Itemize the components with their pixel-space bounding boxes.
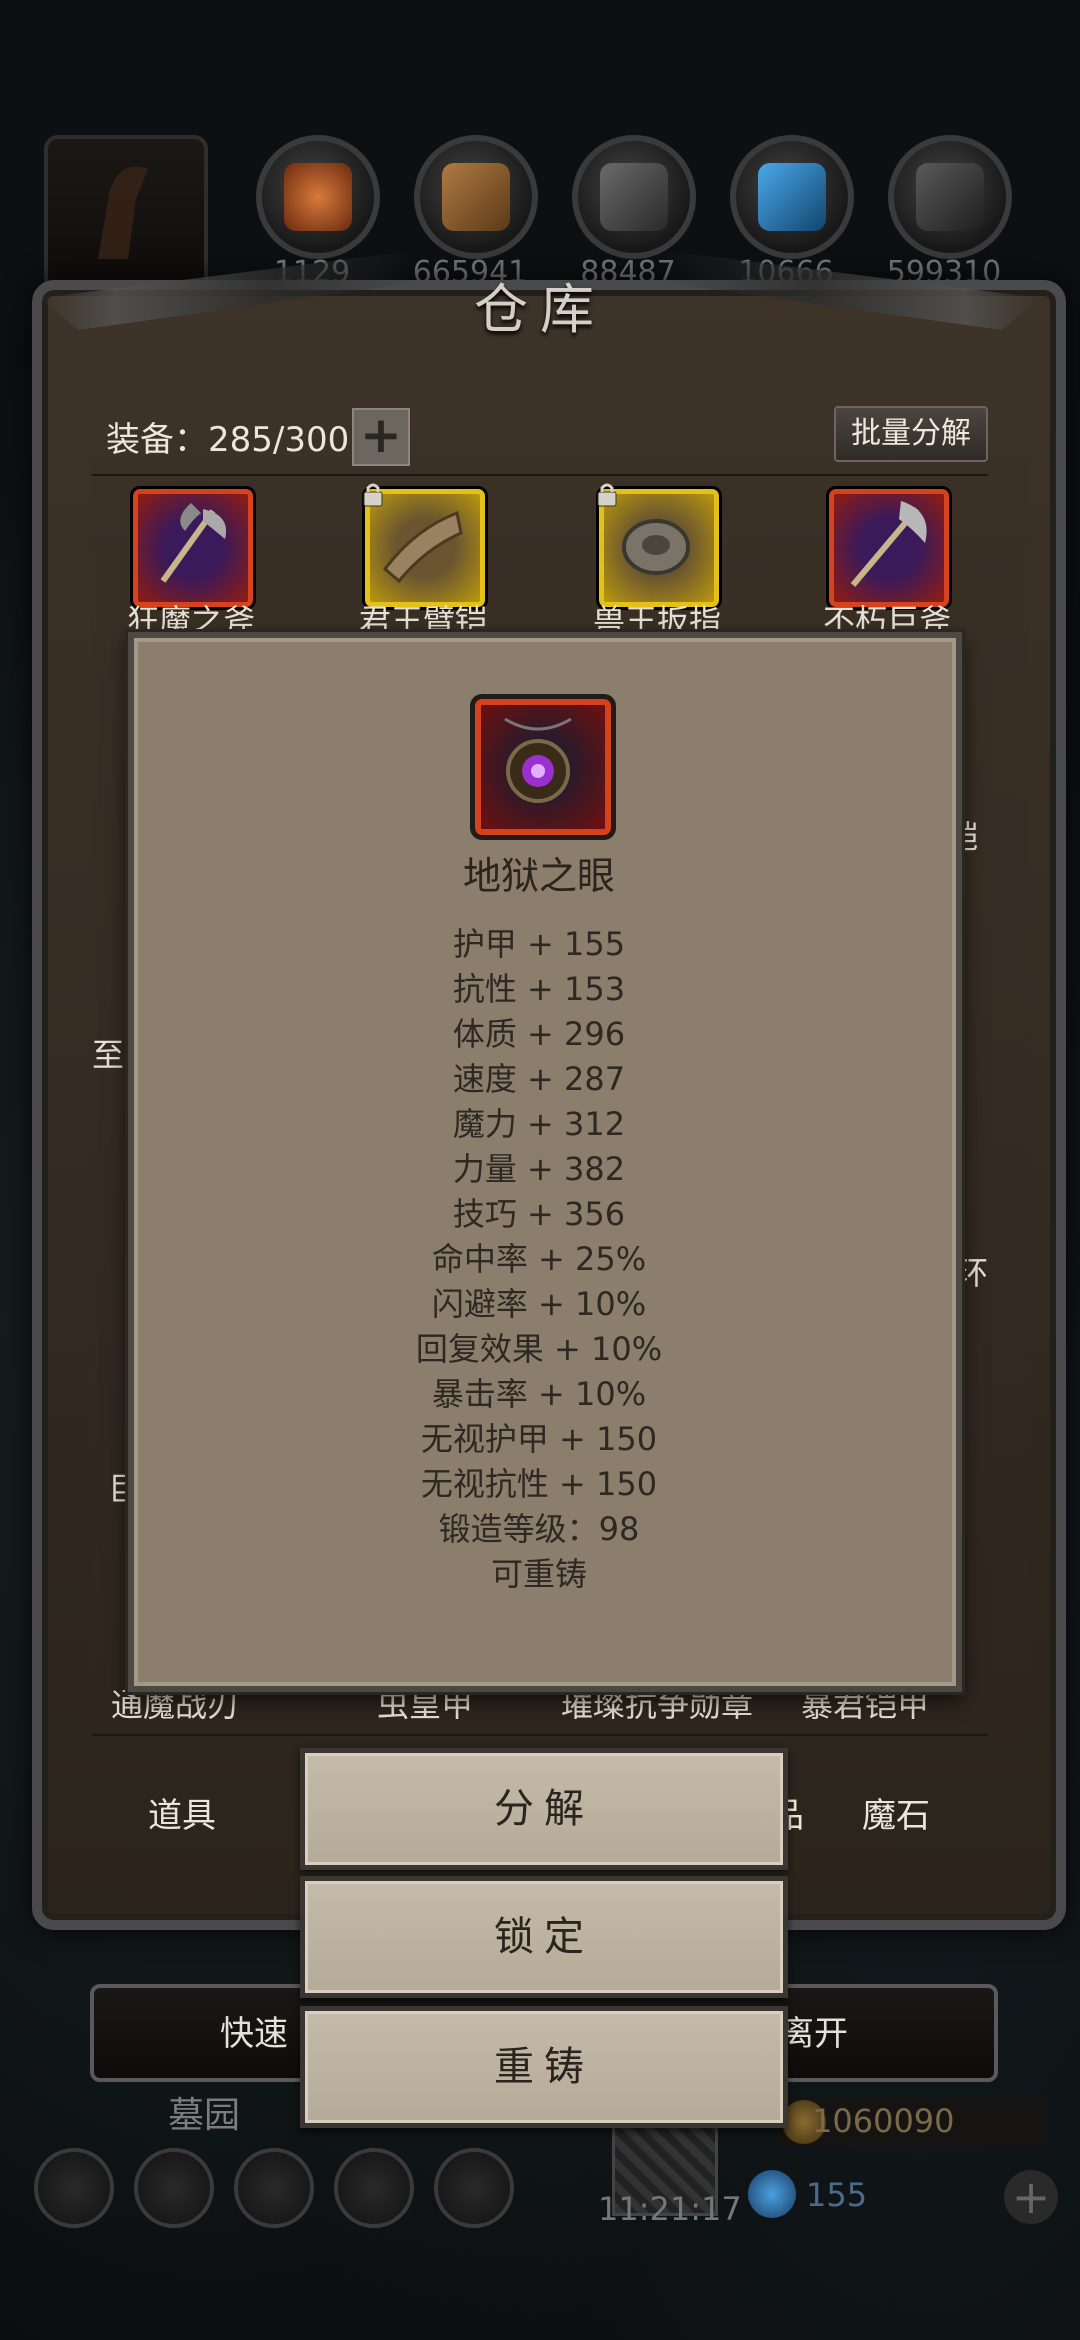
expand-capacity-button[interactable]: + [352, 408, 410, 466]
stat-line: 技巧 + 356 [452, 1195, 626, 1233]
stat-line: 力量 + 382 [452, 1150, 626, 1188]
location-label: 墓园 [168, 2095, 241, 2136]
stone-icon [916, 163, 984, 231]
hero-portrait-slot[interactable] [44, 135, 208, 293]
tab-items[interactable]: 道具 [148, 1788, 216, 1837]
disassemble-label: 分解 [494, 1786, 594, 1832]
stone-resource[interactable] [888, 135, 1012, 259]
wood-planks-icon [442, 163, 510, 231]
lock-label: 锁定 [494, 1914, 594, 1960]
iron-ingot-icon [600, 163, 668, 231]
add-gems-button[interactable]: + [1004, 2170, 1058, 2224]
stat-line: 魔力 + 312 [452, 1105, 626, 1143]
crystal-resource[interactable] [730, 135, 854, 259]
stat-line: 无视抗性 + 150 [420, 1465, 658, 1503]
item-slot-4[interactable] [826, 486, 952, 610]
stat-line: 体质 + 296 [452, 1015, 626, 1053]
settings-icon[interactable] [34, 2148, 114, 2228]
stat-line: 无视护甲 + 150 [420, 1420, 658, 1458]
stat-line: 抗性 + 153 [452, 970, 626, 1008]
gem-value: 155 [806, 2176, 868, 2214]
lock-icon [597, 483, 617, 507]
stat-line: 命中率 + 25% [431, 1240, 647, 1278]
reforge-label: 重铸 [494, 2044, 594, 2090]
lock-button[interactable]: 锁定 [300, 1876, 788, 1998]
item-name-title: 地狱之眼 [462, 854, 615, 898]
warehouse-title: 仓库 [474, 278, 606, 341]
item-name: 不朽巨斧 [822, 602, 951, 630]
gold-value: 1060090 [812, 2102, 955, 2140]
wood-resource[interactable] [414, 135, 538, 259]
stats-list: 护甲 + 155 抗性 + 153 体质 + 296 速度 + 287 魔力 +… [128, 922, 950, 1597]
leave-button[interactable]: 离开 [780, 2006, 848, 2055]
stat-line: 可重铸 [490, 1555, 587, 1593]
batch-disassemble-button[interactable]: 批量分解 [834, 406, 988, 462]
item-slot-1[interactable] [130, 486, 256, 610]
amulet-icon [504, 717, 572, 803]
gourd-icon [284, 163, 352, 231]
battle-axe-icon [850, 501, 927, 587]
item-name: 兽王扳指 [592, 602, 721, 630]
item-slot-2[interactable] [362, 483, 488, 610]
stat-line: 速度 + 287 [452, 1060, 626, 1098]
stat-line: 护甲 + 155 [452, 925, 626, 963]
clock: 11:21:17 [598, 2190, 742, 2228]
iron-resource[interactable] [572, 135, 696, 259]
guild-icon[interactable] [234, 2148, 314, 2228]
hero-silhouette-icon [98, 166, 148, 259]
top-divider [92, 474, 988, 476]
gem-icon [748, 2170, 796, 2218]
gourd-resource[interactable] [256, 135, 380, 259]
stat-line: 暴击率 + 10% [431, 1375, 647, 1413]
bottom-divider [92, 1734, 988, 1736]
stat-line: 回复效果 + 10% [415, 1330, 663, 1368]
axe-icon [160, 503, 227, 583]
shop-icon[interactable] [434, 2148, 514, 2228]
item-icon-frame [470, 694, 616, 840]
lock-icon [363, 483, 383, 507]
stat-line: 锻造等级：98 [438, 1510, 640, 1548]
item-name: 狂魔之斧 [126, 602, 255, 630]
reforge-button[interactable]: 重铸 [300, 2006, 788, 2128]
disassemble-button[interactable]: 分解 [300, 1748, 788, 1870]
quick-button[interactable]: 快速 [220, 2006, 288, 2055]
item-name: 君王臂铠 [358, 602, 487, 630]
skills-icon[interactable] [134, 2148, 214, 2228]
stat-line: 闪避率 + 10% [431, 1285, 647, 1323]
resource-bar: 1129 665941 88487 10666 599310 [0, 135, 1080, 293]
crystal-icon [758, 163, 826, 231]
mail-icon[interactable] [334, 2148, 414, 2228]
tab-magic-stone[interactable]: 魔石 [862, 1788, 930, 1837]
equipment-count: 装备：285/300 [106, 420, 350, 460]
item-slot-3[interactable] [596, 483, 722, 610]
